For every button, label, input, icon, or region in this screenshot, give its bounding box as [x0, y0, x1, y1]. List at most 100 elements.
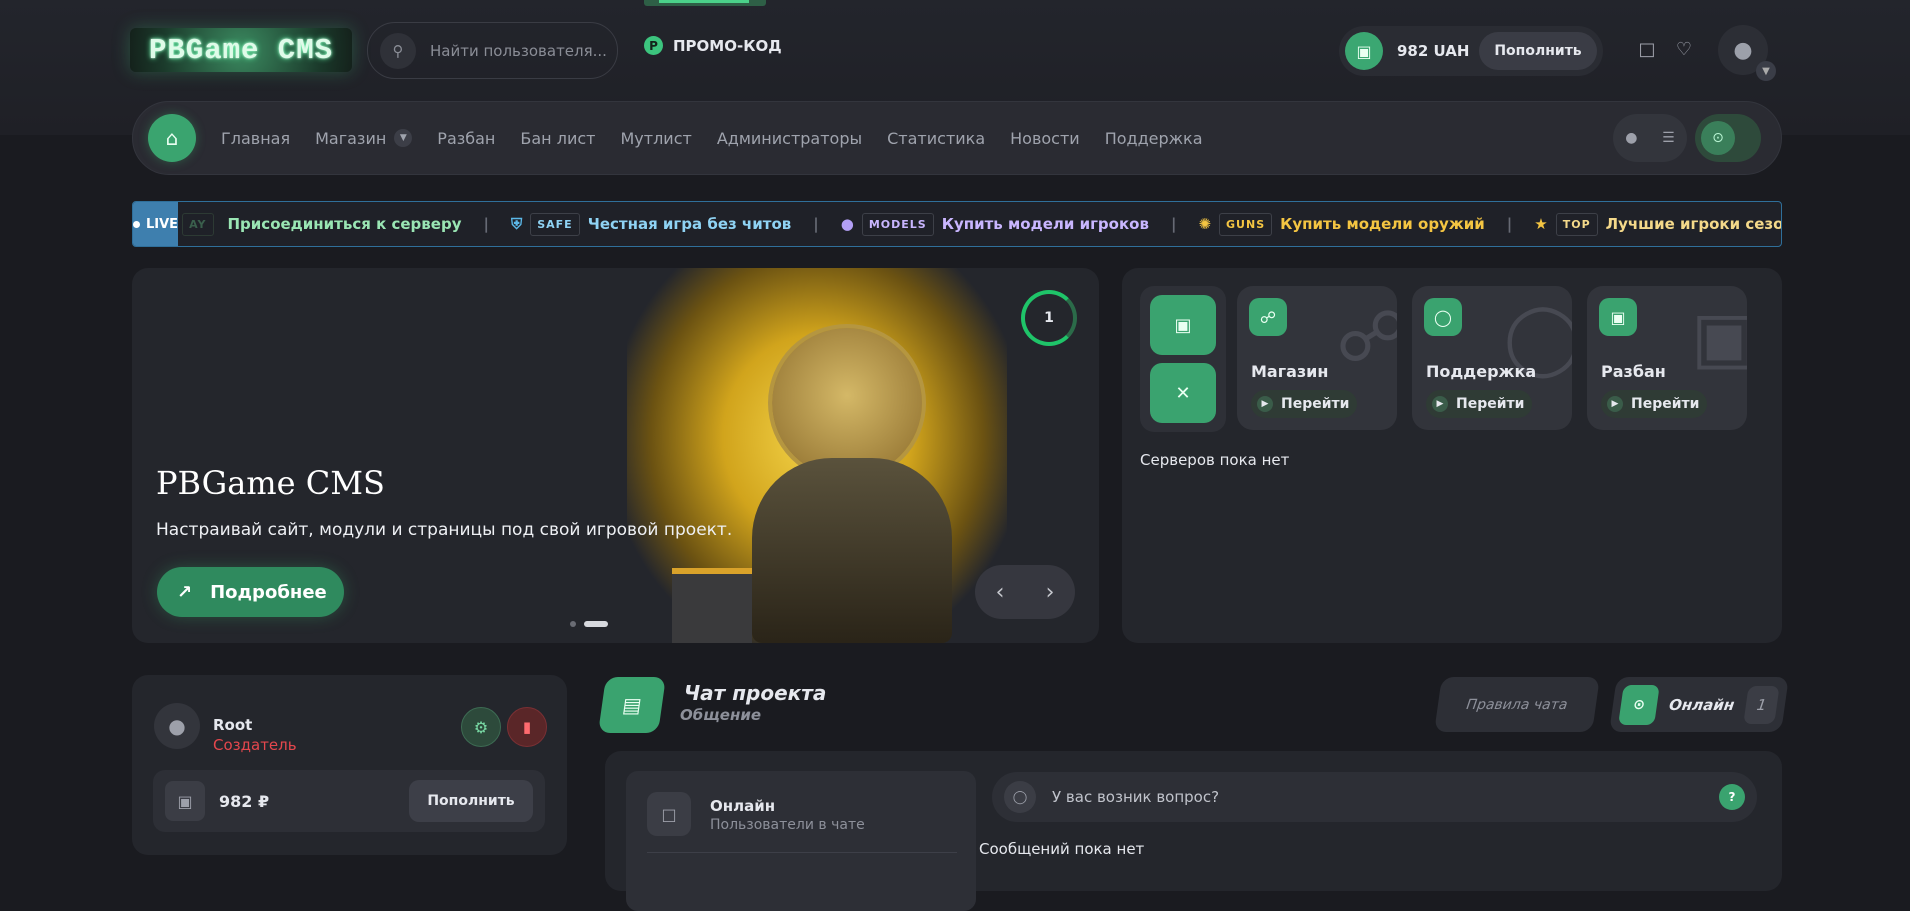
ticker-tag: TOP	[1555, 212, 1598, 236]
gun-icon: ✺	[1198, 215, 1212, 233]
slider-dots	[570, 621, 608, 627]
more-button[interactable]: ↗ Подробнее	[157, 567, 344, 617]
nav-item-mutelist[interactable]: Мутлист	[620, 129, 691, 148]
bell-icon[interactable]: ♡	[1671, 36, 1697, 62]
broadcast-icon: ⊙	[1618, 684, 1661, 725]
online-users-panel: □ Онлайн Пользователи в чате	[626, 771, 976, 911]
chevron-left-icon[interactable]: ‹	[996, 580, 1005, 605]
search-icon: ⚲	[380, 32, 416, 69]
chat-bot-icon: □	[647, 792, 691, 836]
wallet-icon: ▣	[1345, 32, 1383, 70]
unlock-icon: ▣	[1599, 298, 1637, 336]
avatar-icon: ●	[1625, 130, 1638, 146]
smiley-mask	[772, 328, 922, 478]
ticker-tag: GUNS	[1219, 212, 1273, 236]
ticker-text: Лучшие игроки сезона	[1605, 215, 1781, 233]
nav-item-support[interactable]: Поддержка	[1105, 129, 1203, 148]
chat-header: ▤ Чат проекта Общение Правила чата ⊙ Онла…	[598, 677, 1789, 737]
online-label: Онлайн	[1668, 695, 1736, 714]
slide-counter: 1	[1021, 290, 1077, 346]
slider-dot[interactable]	[570, 621, 576, 627]
chat-bubble-icon[interactable]: □	[1634, 36, 1660, 62]
promo-label: ПРОМО-КОД	[673, 36, 782, 55]
card-support[interactable]: ◯ ◯ Поддержка ▶ Перейти	[1412, 286, 1572, 430]
ticker-item[interactable]: ✺ GUNS Купить модели оружий	[1198, 212, 1485, 236]
gift-box	[672, 568, 752, 643]
go-button[interactable]: ▶ Перейти	[1601, 390, 1707, 418]
go-button[interactable]: ▶ Перейти	[1426, 390, 1532, 418]
nav-item-shop-label: Магазин	[315, 128, 387, 148]
nav-item-unban[interactable]: Разбан	[437, 129, 495, 148]
radio-toggle[interactable]: ⊙	[1695, 114, 1761, 162]
view-toggle[interactable]: ● ☰	[1613, 114, 1687, 162]
nav-item-stats[interactable]: Статистика	[887, 129, 985, 148]
card-title: Магазин	[1251, 362, 1329, 381]
chevron-right-icon[interactable]: ›	[1046, 580, 1055, 605]
news-ticker: LIVE AY Присоединиться к серверу | ⛨ SAFE…	[132, 201, 1782, 247]
unlock-icon: ▣	[1690, 296, 1747, 378]
nav-item-banlist[interactable]: Бан лист	[520, 129, 595, 148]
nav-item-admins[interactable]: Администраторы	[717, 129, 862, 148]
home-icon[interactable]: ⌂	[148, 114, 196, 162]
go-label: Перейти	[1281, 396, 1350, 412]
live-label: LIVE	[146, 216, 179, 232]
chevron-down-icon[interactable]: ▼	[394, 129, 413, 147]
users-subtitle: Пользователи в чате	[710, 817, 865, 833]
topup-button[interactable]: Пополнить	[1479, 32, 1597, 70]
user-avatar[interactable]: ● ▼	[1718, 25, 1776, 81]
promo-code-button[interactable]: P ПРОМО-КОД	[644, 36, 782, 55]
help-icon[interactable]: ?	[1719, 784, 1745, 810]
settings-gear-icon[interactable]: ⚙	[461, 707, 501, 747]
nav-item-news[interactable]: Новости	[1010, 129, 1080, 148]
site-logo[interactable]: PBGame CMS	[130, 28, 352, 72]
no-messages-text: Сообщений пока нет	[979, 840, 1145, 858]
profile-balance: ▣ 982 ₽ Пополнить	[153, 770, 545, 832]
slider-arrows: ‹ ›	[975, 565, 1075, 619]
chat-subtitle: Общение	[680, 706, 762, 724]
chevron-down-icon[interactable]: ▼	[1756, 61, 1776, 81]
character-figure	[752, 458, 952, 643]
ticker-item[interactable]: ★ TOP Лучшие игроки сезона	[1534, 212, 1781, 236]
wallet-widget: ▣ 982 UAH Пополнить	[1339, 26, 1603, 76]
go-label: Перейти	[1456, 396, 1525, 412]
arrow-up-right-icon: ↗	[177, 581, 193, 603]
logout-icon[interactable]: ▮	[507, 707, 547, 747]
profile-name[interactable]: Root	[213, 716, 252, 734]
topup-button[interactable]: Пополнить	[409, 780, 533, 822]
chevron-right-icon: ▶	[1607, 396, 1623, 412]
card-title: Поддержка	[1426, 362, 1537, 381]
list-icon: ☰	[1662, 130, 1675, 146]
ticker-tag: AY	[182, 212, 214, 236]
ticker-join[interactable]: Присоединиться к серверу	[228, 215, 462, 233]
nav-item-main[interactable]: Главная	[221, 129, 290, 148]
question-input[interactable]: У вас возник вопрос?	[1052, 788, 1219, 806]
question-bar[interactable]: ◯ У вас возник вопрос? ?	[992, 772, 1757, 822]
ticker-tag: MODELS	[861, 212, 934, 236]
cart-icon: ☍	[1249, 298, 1287, 336]
mute-icon[interactable]: ✕	[1150, 363, 1216, 423]
card-title: Разбан	[1601, 362, 1666, 381]
balance-value: 982 ₽	[219, 791, 270, 811]
slider-dot-active[interactable]	[584, 621, 608, 627]
ticker-item[interactable]: ⛨ SAFE Честная игра без читов	[511, 212, 792, 236]
chat-title: Чат проекта	[684, 681, 827, 705]
profile-card: ● Root Создатель ⚙ ▮ ▣ 982 ₽ Пополнить	[132, 675, 567, 855]
user-search[interactable]: ⚲ Найти пользователя...	[367, 22, 618, 79]
ticker-tag: SAFE	[530, 212, 580, 236]
ticker-item[interactable]: ● MODELS Купить модели игроков	[841, 212, 1149, 236]
card-unban[interactable]: ▣ ▣ Разбан ▶ Перейти	[1587, 286, 1747, 430]
search-input[interactable]: Найти пользователя...	[430, 42, 607, 60]
card-shop[interactable]: ☍ ☍ Магазин ▶ Перейти	[1237, 286, 1397, 430]
ticker-text: Купить модели оружий	[1280, 215, 1485, 233]
wallet-balance: 982 UAH	[1397, 42, 1470, 60]
headset-icon: ◯	[1004, 781, 1036, 813]
go-button[interactable]: ▶ Перейти	[1251, 390, 1357, 418]
avatar[interactable]: ●	[154, 703, 200, 749]
ticker-text: Честная игра без читов	[587, 215, 792, 233]
lock-icon[interactable]: ▣	[1150, 295, 1216, 355]
online-button[interactable]: ⊙ Онлайн 1	[1609, 677, 1789, 732]
nav-item-shop[interactable]: Магазин ▼	[315, 128, 413, 148]
divider	[647, 852, 957, 853]
chat-icon: ▤	[598, 677, 666, 733]
chat-rules-button[interactable]: Правила чата	[1434, 677, 1600, 732]
